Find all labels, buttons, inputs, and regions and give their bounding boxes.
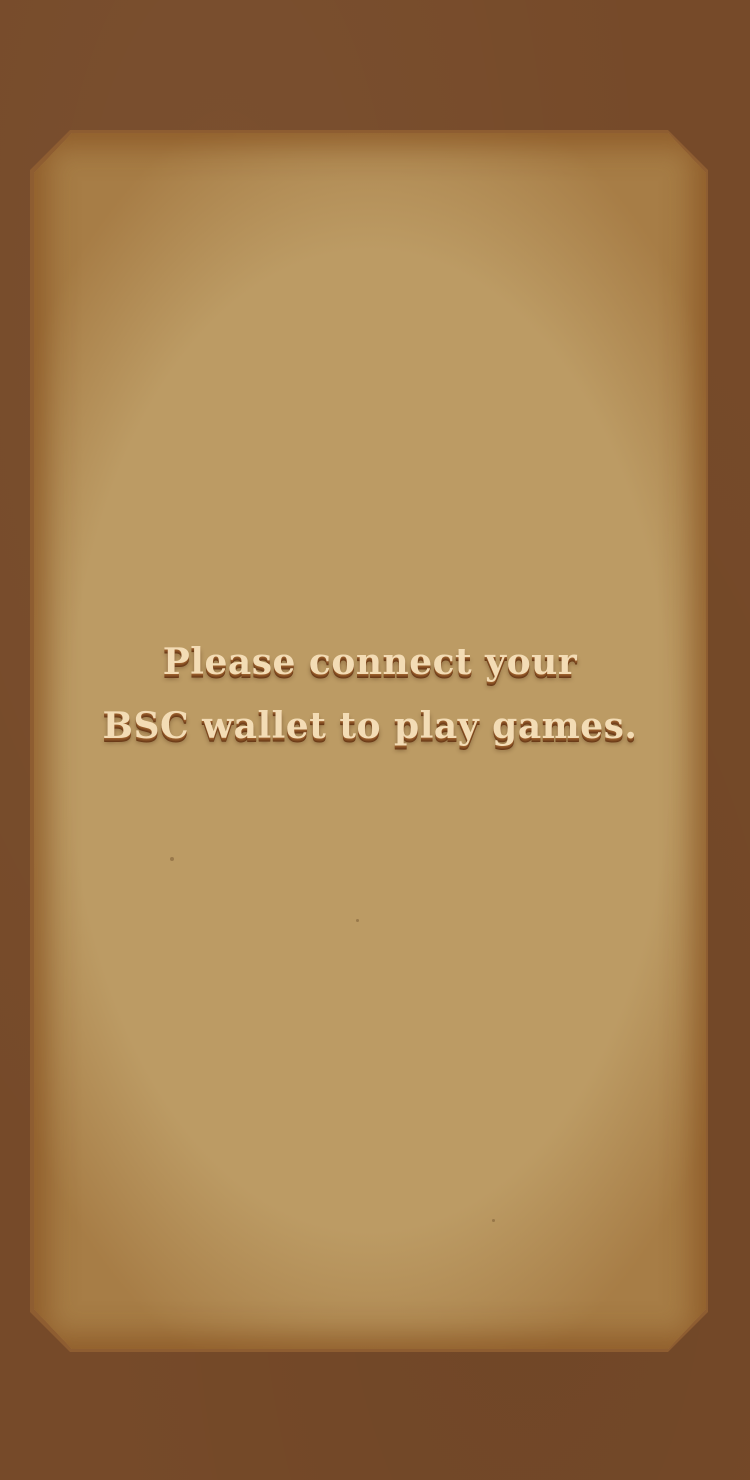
paper-speck: [492, 1219, 495, 1222]
connect-wallet-message: Please connect your BSC wallet to play g…: [34, 630, 706, 758]
message-line-2: BSC wallet to play games.: [102, 705, 638, 747]
message-line-1: Please connect your: [162, 641, 578, 683]
paper-speck: [170, 857, 174, 861]
paper-speck: [356, 919, 359, 922]
